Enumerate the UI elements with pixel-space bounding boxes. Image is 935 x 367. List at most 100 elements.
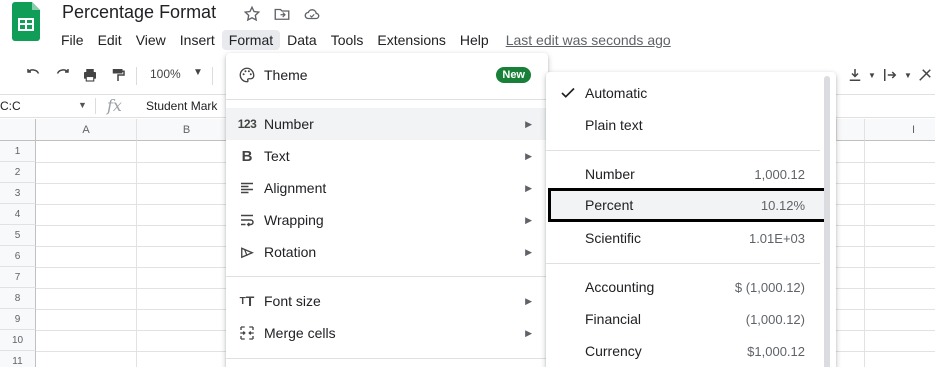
text-wrap-icon[interactable]: [880, 65, 900, 85]
menu-item-rotation[interactable]: Rotation ▶: [226, 236, 548, 268]
column-header-i[interactable]: I: [865, 119, 935, 141]
row-header[interactable]: 7: [0, 267, 36, 288]
menu-tools[interactable]: Tools: [324, 30, 371, 50]
row-header[interactable]: 2: [0, 162, 36, 183]
submenu-item-number[interactable]: Number 1,000.12: [546, 158, 828, 190]
chevron-down-icon[interactable]: ▼: [78, 100, 87, 110]
submenu-arrow-icon: ▶: [525, 214, 532, 225]
fx-icon: fx: [107, 96, 122, 115]
submenu-divider: [546, 150, 820, 151]
checkmark-icon: [561, 87, 575, 98]
text-rotation-icon[interactable]: [915, 65, 935, 85]
row-header[interactable]: 4: [0, 204, 36, 225]
submenu-item-label: Currency: [585, 343, 642, 359]
submenu-item-label: Financial: [585, 311, 642, 327]
submenu-item-label: Number: [585, 166, 635, 182]
submenu-arrow-icon: ▶: [525, 246, 532, 257]
menu-data[interactable]: Data: [280, 30, 324, 50]
submenu-item-plain-text[interactable]: Plain text: [546, 109, 828, 141]
new-badge: New: [496, 67, 531, 83]
google-sheets-logo[interactable]: [12, 2, 40, 41]
menu-item-label: Wrapping: [264, 212, 324, 228]
chevron-down-icon[interactable]: ▼: [193, 67, 203, 78]
submenu-item-label: Accounting: [585, 279, 655, 295]
menu-file[interactable]: File: [54, 30, 91, 50]
row-header[interactable]: 9: [0, 309, 36, 330]
submenu-item-example: $ (1,000.12): [734, 279, 805, 295]
undo-icon[interactable]: [24, 65, 44, 85]
last-edit-link[interactable]: Last edit was seconds ago: [506, 32, 671, 48]
select-all-corner[interactable]: [0, 119, 36, 141]
submenu-item-automatic[interactable]: Automatic: [546, 77, 828, 109]
zoom-select[interactable]: 100%: [150, 67, 181, 81]
column-header-a[interactable]: A: [36, 119, 137, 141]
menu-item-text[interactable]: B Text ▶: [226, 140, 548, 172]
grid-line: [136, 141, 137, 367]
submenu-item-label: Scientific: [585, 230, 642, 246]
bold-text-icon: B: [241, 147, 253, 165]
menu-item-label: Rotation: [264, 244, 317, 260]
row-header[interactable]: 6: [0, 246, 36, 267]
submenu-arrow-icon: ▶: [525, 182, 532, 193]
toolbar-divider: [212, 67, 213, 85]
menu-item-label: Font size: [264, 293, 321, 309]
grid-line: [864, 141, 865, 367]
merge-icon: [236, 322, 258, 344]
submenu-item-example: 1,000.12: [754, 166, 805, 182]
column-header-b[interactable]: B: [137, 119, 237, 141]
submenu-item-accounting[interactable]: Accounting $ (1,000.12): [546, 271, 828, 303]
move-to-folder-icon[interactable]: [272, 4, 292, 24]
menu-edit[interactable]: Edit: [91, 30, 129, 50]
menu-insert[interactable]: Insert: [173, 30, 222, 50]
paint-format-icon[interactable]: [108, 65, 128, 85]
row-header[interactable]: 5: [0, 225, 36, 246]
submenu-item-financial[interactable]: Financial (1,000.12): [546, 303, 828, 335]
row-header[interactable]: 8: [0, 288, 36, 309]
name-box[interactable]: C:C: [0, 99, 21, 113]
menu-item-label: Merge cells: [264, 325, 336, 341]
submenu-item-percent[interactable]: Percent 10.12%: [546, 189, 828, 221]
cloud-status-icon[interactable]: [302, 4, 322, 24]
row-header[interactable]: 1: [0, 141, 36, 162]
menu-item-theme[interactable]: Theme New: [226, 59, 548, 91]
print-icon[interactable]: [80, 65, 100, 85]
menu-divider: [226, 358, 548, 359]
column-header-h[interactable]: [837, 119, 865, 141]
submenu-item-example: 10.12%: [760, 197, 805, 213]
row-header[interactable]: 10: [0, 330, 36, 351]
menu-item-font-size[interactable]: TT Font size ▶: [226, 285, 548, 317]
formula-divider: [95, 98, 96, 114]
menu-extensions[interactable]: Extensions: [370, 30, 452, 50]
submenu-item-scientific[interactable]: Scientific 1.01E+03: [546, 222, 828, 254]
row-header[interactable]: 11: [0, 351, 36, 367]
menu-bar: File Edit View Insert Format Data Tools …: [54, 28, 671, 52]
chevron-down-icon[interactable]: ▼: [862, 65, 882, 85]
star-icon[interactable]: [242, 4, 262, 24]
toolbar-divider: [136, 67, 137, 85]
menu-item-wrapping[interactable]: Wrapping ▶: [226, 204, 548, 236]
menu-item-label: Number: [264, 116, 314, 132]
format-menu: Theme New 123 Number ▶ B Text ▶ Alignmen…: [226, 53, 548, 367]
menu-item-alignment[interactable]: Alignment ▶: [226, 172, 548, 204]
submenu-divider: [546, 263, 820, 264]
submenu-scrollbar[interactable]: [824, 76, 830, 367]
row-header[interactable]: 3: [0, 183, 36, 204]
rotation-icon: [236, 241, 258, 263]
submenu-arrow-icon: ▶: [525, 327, 532, 338]
menu-item-number[interactable]: 123 Number ▶: [226, 108, 548, 140]
submenu-item-label: Percent: [585, 197, 634, 213]
formula-input[interactable]: Student Mark: [146, 99, 217, 113]
menu-help[interactable]: Help: [453, 30, 496, 50]
redo-icon[interactable]: [52, 65, 72, 85]
font-size-icon: TT: [239, 293, 255, 309]
menu-format[interactable]: Format: [221, 30, 281, 50]
submenu-item-example: 1.01E+03: [748, 230, 805, 246]
menu-divider: [226, 276, 548, 277]
submenu-item-currency[interactable]: Currency $1,000.12: [546, 335, 828, 367]
menu-item-merge-cells[interactable]: Merge cells ▶: [226, 317, 548, 349]
menu-divider: [226, 99, 548, 100]
submenu-arrow-icon: ▶: [525, 295, 532, 306]
menu-view[interactable]: View: [129, 30, 173, 50]
document-title[interactable]: Percentage Format: [62, 2, 216, 23]
palette-icon: [236, 64, 258, 86]
